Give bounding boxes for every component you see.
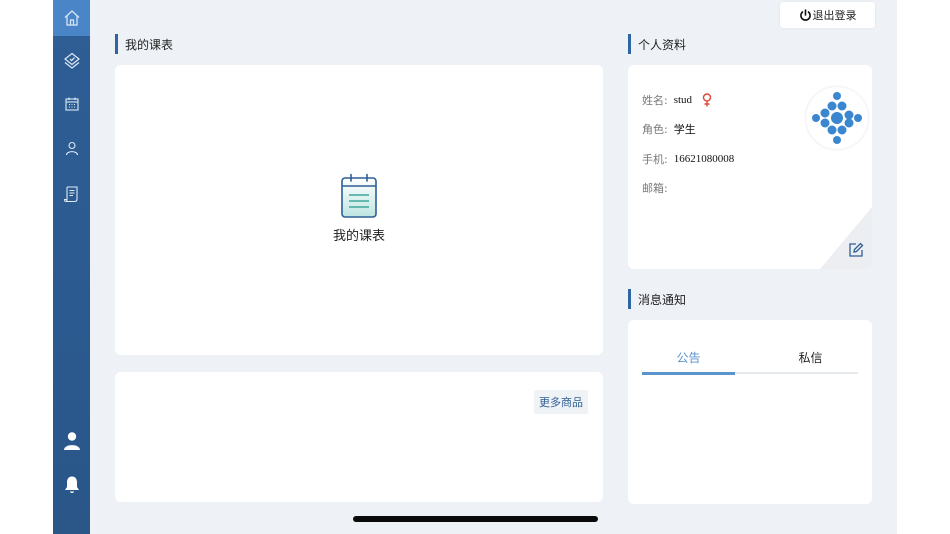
messages-title-text: 消息通知 <box>638 292 687 307</box>
phone-label: 手机: <box>642 153 668 166</box>
avatar[interactable] <box>806 87 868 149</box>
profile-email-row: 邮箱: <box>642 180 674 196</box>
sidebar-item-calendar[interactable] <box>53 86 90 122</box>
section-accent-bar <box>628 34 631 54</box>
role-value: 学生 <box>673 123 696 136</box>
edit-icon <box>849 242 864 257</box>
power-icon <box>799 8 811 21</box>
document-icon <box>63 186 78 203</box>
phone-value: 16621080008 <box>673 153 735 165</box>
profile-phone-row: 手机: 16621080008 <box>642 151 734 167</box>
sidebar <box>53 0 90 534</box>
user-icon <box>63 432 80 450</box>
schedule-section-title: 我的课表 <box>115 34 173 54</box>
schedule-card: 我的课表 <box>115 65 603 355</box>
schedule-placeholder-label: 我的课表 <box>332 229 385 244</box>
schedule-empty-state[interactable]: 我的课表 <box>115 173 603 244</box>
schedule-title-text: 我的课表 <box>125 37 174 52</box>
folded-corner-decoration <box>820 207 872 269</box>
profile-title-text: 个人资料 <box>638 37 687 52</box>
name-value: stud <box>673 94 693 106</box>
role-label: 角色: <box>642 123 668 136</box>
section-accent-bar <box>115 34 118 54</box>
sidebar-item-profile[interactable] <box>53 130 90 166</box>
profile-card: 姓名: stud 角色: 学生 手机: 16621080008 邮箱: <box>628 65 872 269</box>
calendar-icon <box>64 97 79 111</box>
section-accent-bar <box>628 289 631 309</box>
bell-icon <box>64 476 79 493</box>
messages-card: 公告 私信 <box>628 320 872 504</box>
profile-section-title: 个人资料 <box>628 34 686 54</box>
message-tabs: 公告 私信 <box>642 342 858 375</box>
app-screen: 退出登录 我的课表 我的课表 更多商品 个人资料 姓名: stud 角色: 学生… <box>53 0 897 534</box>
molecule-logo-icon <box>812 92 862 144</box>
tab-announcements[interactable]: 公告 <box>642 342 735 372</box>
sidebar-item-courses[interactable] <box>53 43 90 79</box>
sidebar-item-documents[interactable] <box>53 176 90 212</box>
logout-label: 退出登录 <box>812 9 857 22</box>
profile-icon <box>65 141 78 156</box>
more-products-button[interactable]: 更多商品 <box>534 390 588 414</box>
profile-name-row: 姓名: stud <box>642 92 712 108</box>
active-tab-indicator <box>642 372 735 375</box>
edit-profile-button[interactable] <box>848 242 864 258</box>
schedule-notebook-icon <box>341 173 377 218</box>
products-card: 更多商品 <box>115 372 603 502</box>
sidebar-item-notifications[interactable] <box>53 467 90 503</box>
home-indicator[interactable] <box>353 516 598 522</box>
sidebar-item-home[interactable] <box>53 0 90 36</box>
name-label: 姓名: <box>642 94 668 107</box>
logout-button[interactable]: 退出登录 <box>780 2 875 28</box>
tab-private-messages[interactable]: 私信 <box>764 342 857 372</box>
email-label: 邮箱: <box>642 182 668 195</box>
female-icon <box>702 93 712 107</box>
profile-role-row: 角色: 学生 <box>642 121 696 137</box>
course-stack-icon <box>63 52 80 69</box>
home-icon <box>64 10 79 26</box>
sidebar-item-user[interactable] <box>53 423 90 459</box>
messages-section-title: 消息通知 <box>628 289 686 309</box>
